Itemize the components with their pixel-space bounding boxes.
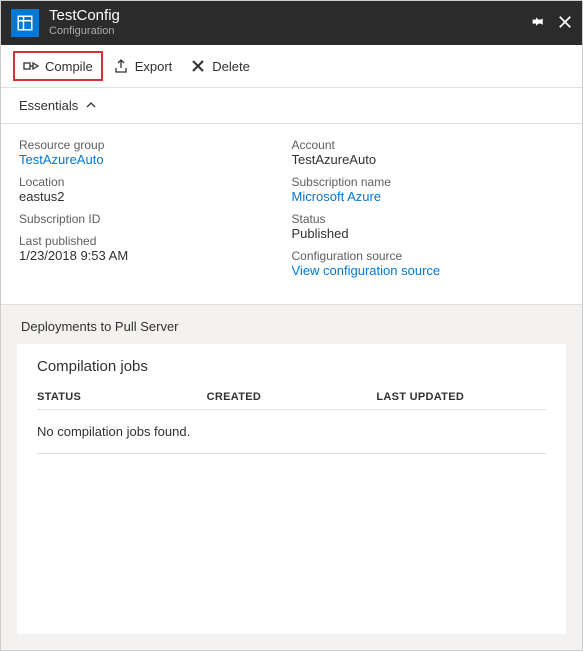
column-created[interactable]: CREATED bbox=[207, 391, 377, 403]
compile-button[interactable]: Compile bbox=[13, 51, 103, 81]
subscription-id-label: Subscription ID bbox=[19, 212, 292, 226]
essentials-panel: Resource group TestAzureAuto Location ea… bbox=[1, 124, 582, 305]
location-field: Location eastus2 bbox=[19, 175, 292, 204]
configuration-icon bbox=[11, 9, 39, 37]
blade-title: TestConfig bbox=[49, 7, 532, 25]
account-label: Account bbox=[292, 138, 565, 152]
blade-subtitle: Configuration bbox=[49, 25, 532, 38]
delete-icon bbox=[190, 58, 206, 74]
blade-header: TestConfig Configuration bbox=[1, 1, 582, 45]
compilation-jobs-table: STATUS CREATED LAST UPDATED No compilati… bbox=[37, 391, 546, 454]
last-published-label: Last published bbox=[19, 234, 292, 248]
configuration-blade: TestConfig Configuration Compile Export bbox=[0, 0, 583, 651]
compilation-jobs-title: Compilation jobs bbox=[37, 358, 546, 375]
location-value: eastus2 bbox=[19, 189, 292, 204]
status-field: Status Published bbox=[292, 212, 565, 241]
compile-label: Compile bbox=[45, 59, 93, 74]
subscription-id-field: Subscription ID bbox=[19, 212, 292, 226]
compilation-jobs-card: Compilation jobs STATUS CREATED LAST UPD… bbox=[17, 344, 566, 634]
export-label: Export bbox=[135, 59, 173, 74]
resource-group-link[interactable]: TestAzureAuto bbox=[19, 152, 292, 167]
header-titles: TestConfig Configuration bbox=[49, 7, 532, 38]
account-field: Account TestAzureAuto bbox=[292, 138, 565, 167]
essentials-toggle[interactable]: Essentials bbox=[1, 88, 582, 124]
table-header-row: STATUS CREATED LAST UPDATED bbox=[37, 391, 546, 410]
config-source-field: Configuration source View configuration … bbox=[292, 249, 565, 278]
export-button[interactable]: Export bbox=[105, 53, 181, 79]
status-value: Published bbox=[292, 226, 565, 241]
column-last-updated[interactable]: LAST UPDATED bbox=[376, 391, 546, 403]
close-icon[interactable] bbox=[558, 15, 572, 32]
empty-state-message: No compilation jobs found. bbox=[37, 410, 546, 454]
header-actions bbox=[532, 15, 572, 32]
essentials-right-column: Account TestAzureAuto Subscription name … bbox=[292, 138, 565, 286]
delete-button[interactable]: Delete bbox=[182, 53, 258, 79]
delete-label: Delete bbox=[212, 59, 250, 74]
deployments-section: Deployments to Pull Server Compilation j… bbox=[1, 305, 582, 650]
config-source-label: Configuration source bbox=[292, 249, 565, 263]
config-source-link[interactable]: View configuration source bbox=[292, 263, 565, 278]
last-published-field: Last published 1/23/2018 9:53 AM bbox=[19, 234, 292, 263]
status-label: Status bbox=[292, 212, 565, 226]
resource-group-label: Resource group bbox=[19, 138, 292, 152]
location-label: Location bbox=[19, 175, 292, 189]
resource-group-field: Resource group TestAzureAuto bbox=[19, 138, 292, 167]
essentials-label: Essentials bbox=[19, 98, 78, 113]
essentials-left-column: Resource group TestAzureAuto Location ea… bbox=[19, 138, 292, 286]
deployments-title: Deployments to Pull Server bbox=[17, 319, 566, 334]
account-value: TestAzureAuto bbox=[292, 152, 565, 167]
subscription-name-field: Subscription name Microsoft Azure bbox=[292, 175, 565, 204]
export-icon bbox=[113, 58, 129, 74]
compile-icon bbox=[23, 58, 39, 74]
subscription-name-label: Subscription name bbox=[292, 175, 565, 189]
subscription-name-link[interactable]: Microsoft Azure bbox=[292, 189, 565, 204]
pin-icon[interactable] bbox=[532, 15, 546, 32]
command-bar: Compile Export Delete bbox=[1, 45, 582, 88]
chevron-up-icon bbox=[86, 98, 96, 113]
last-published-value: 1/23/2018 9:53 AM bbox=[19, 248, 292, 263]
column-status[interactable]: STATUS bbox=[37, 391, 207, 403]
